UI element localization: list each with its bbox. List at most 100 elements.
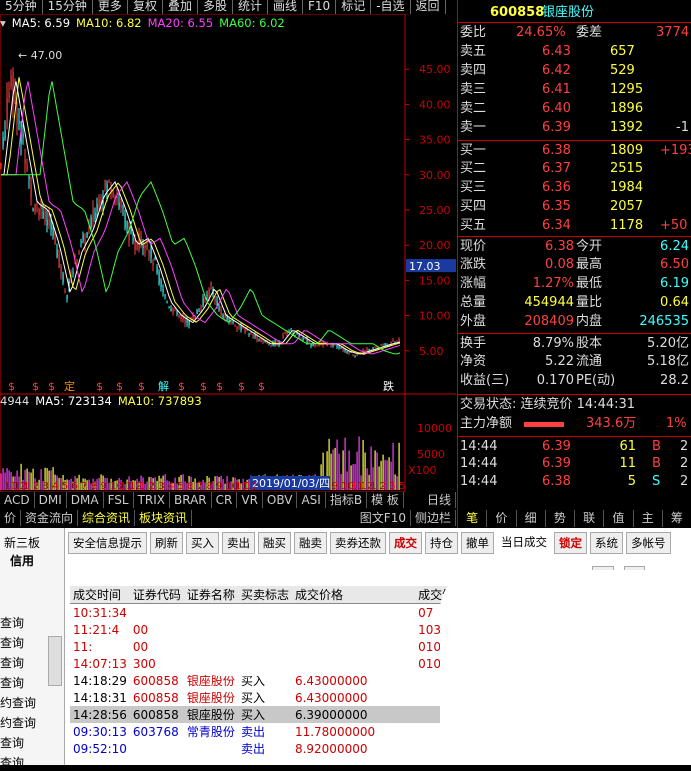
ask-price: 6.42 xyxy=(542,63,571,78)
trade-button[interactable]: 多帐号 xyxy=(626,532,671,554)
toolbar-item[interactable]: 5分钟 xyxy=(0,0,43,14)
table-cell-name: 银座股份 xyxy=(183,706,238,723)
table-row[interactable]: 09:52:10 卖出 8.92000000 xyxy=(70,740,469,757)
table-header[interactable]: 成交时间 xyxy=(70,586,130,604)
info-tab[interactable]: 板块资讯 xyxy=(135,510,193,526)
price-chart[interactable]: 5.00 10.00 15.00 20.00 25.00 30.00 35.00 40.00 4… xyxy=(0,14,456,494)
quote-tab[interactable]: 主 xyxy=(634,510,663,527)
table-row[interactable]: 09:30:13 603768 常青股份 卖出 11.78000000 xyxy=(70,723,469,740)
trade-button[interactable]: 融卖 xyxy=(294,532,327,554)
candle-body xyxy=(304,338,306,340)
event-marker: $ xyxy=(48,380,55,393)
candle-body xyxy=(236,327,238,329)
table-cell-name: 银座股份 xyxy=(186,691,235,705)
info-tab[interactable]: 资金流向 xyxy=(21,510,79,526)
indicator-tab[interactable]: 指标B xyxy=(326,492,368,508)
stat-label: 最低 xyxy=(576,276,603,291)
table-header[interactable]: 证券名称 xyxy=(183,586,238,604)
info-tab[interactable]: 价 xyxy=(0,510,22,526)
table-header[interactable]: 买卖标志 xyxy=(237,586,292,604)
quote-tab[interactable]: 价 xyxy=(487,510,517,527)
candle-body xyxy=(352,354,354,356)
nav-item[interactable]: 查询 xyxy=(0,634,24,651)
nav-scrollbar[interactable] xyxy=(48,636,62,686)
quote-tab[interactable]: 联 xyxy=(575,510,605,527)
chart-menu-icon[interactable]: ▾ xyxy=(0,16,6,30)
table-row[interactable]: 14:18:31 600858 银座股份 买入 6.43000000 xyxy=(70,689,469,706)
toolbar-item[interactable]: 画线 xyxy=(268,0,304,14)
candle-body xyxy=(340,347,342,349)
candle-body xyxy=(206,295,208,297)
toolbar-item[interactable]: 15分钟 xyxy=(43,0,93,14)
trade-button[interactable]: 系统 xyxy=(590,532,623,554)
indicator-tab[interactable]: ASI xyxy=(297,492,326,508)
indicator-tab[interactable]: FSL xyxy=(104,492,134,508)
info-tab[interactable]: 图文F10 xyxy=(356,510,411,526)
stat-row: 涨跌 0.08 最高 6.50 xyxy=(458,255,691,274)
indicator-tab[interactable]: VR xyxy=(237,492,263,508)
indicator-tab[interactable]: DMA xyxy=(67,492,104,508)
candle-body xyxy=(166,302,168,304)
nav-item[interactable]: 查询 xyxy=(0,654,24,671)
trade-button[interactable]: 锁定 xyxy=(554,532,587,554)
quote-tab[interactable]: 势 xyxy=(546,510,575,527)
table-header[interactable]: 证券代码 xyxy=(129,586,184,604)
trade-button[interactable]: 融买 xyxy=(258,532,291,554)
nav-item[interactable]: 约查询 xyxy=(0,714,36,731)
quote-tab[interactable]: 值 xyxy=(604,510,634,527)
indicator-tab[interactable]: DMI xyxy=(35,492,67,508)
toolbar-item[interactable]: 复权 xyxy=(128,0,163,14)
indicator-tab[interactable]: CR xyxy=(212,492,238,508)
toolbar-item[interactable]: 返回 xyxy=(411,0,446,14)
toolbar-item[interactable]: F10 xyxy=(303,0,337,14)
nav-item[interactable]: 查询 xyxy=(0,734,24,751)
bid-price: 6.38 xyxy=(542,143,571,158)
candle-body xyxy=(146,243,148,250)
info-tab[interactable]: 侧边栏 xyxy=(411,510,456,526)
table-header[interactable]: 成交价格 xyxy=(291,586,379,604)
trade-button[interactable]: 当日成交 xyxy=(497,532,551,554)
info-tab[interactable]: 综合资讯 xyxy=(78,510,136,526)
table-cell-price: 8.92000000 xyxy=(294,741,368,756)
bid-level: 买二 6.37 2515 xyxy=(458,159,691,178)
trade-button[interactable]: 持仓 xyxy=(425,532,458,554)
bid-level: 买四 6.35 2057 xyxy=(458,197,691,216)
stat-row: 现价 6.38 今开 6.24 xyxy=(458,236,691,256)
quote-tab[interactable]: 筹 xyxy=(663,510,691,527)
indicator-tab[interactable]: OBV xyxy=(263,492,298,508)
trade-button[interactable]: 刷新 xyxy=(150,532,183,554)
nav-title-2[interactable]: 信用 xyxy=(10,552,34,569)
trade-button[interactable]: 成交 xyxy=(389,532,422,554)
table-cell-time: 14:18:29 xyxy=(73,673,127,688)
stat2-label: 股本 xyxy=(576,336,603,351)
trade-button[interactable]: 卖券还款 xyxy=(330,532,386,554)
candle-body xyxy=(170,308,172,311)
quote-bottom-tabs: 笔价细势联值主筹 xyxy=(458,510,691,527)
indicator-tab[interactable]: 模 板 xyxy=(367,492,404,508)
indicator-tab[interactable]: 日线 xyxy=(423,492,456,508)
toolbar-item[interactable]: 标记 xyxy=(336,0,372,14)
indicator-tab[interactable]: TRIX xyxy=(134,492,171,508)
toolbar-item[interactable]: 叠加 xyxy=(163,0,198,14)
trade-button[interactable]: 卖出 xyxy=(222,532,255,554)
indicator-tab[interactable]: BRAR xyxy=(170,492,212,508)
nav-item[interactable]: 查询 xyxy=(0,614,24,631)
quote-tab[interactable]: 笔 xyxy=(458,510,488,527)
indicator-tab[interactable]: ACD xyxy=(0,492,35,508)
toolbar-item[interactable]: 多股 xyxy=(198,0,233,14)
table-cell-code xyxy=(130,740,184,757)
toolbar-item[interactable]: 统计 xyxy=(233,0,268,14)
nav-item[interactable]: 查询 xyxy=(0,754,24,771)
trade-button[interactable]: 撤单 xyxy=(461,532,494,554)
table-row[interactable]: 14:28:56 600858 银座股份 买入 6.39000000 xyxy=(70,706,470,723)
nav-item[interactable]: 约查询 xyxy=(0,694,36,711)
quote-tab[interactable]: 细 xyxy=(517,510,546,527)
toolbar-item[interactable]: 更多 xyxy=(93,0,128,14)
nav-title-1[interactable]: 新三板 xyxy=(4,534,40,551)
x-tick-label: 1 xyxy=(370,481,376,492)
trade-button[interactable]: 买入 xyxy=(186,532,219,554)
candle-body xyxy=(90,216,92,228)
toolbar-item[interactable]: -自选 xyxy=(371,0,411,14)
nav-item[interactable]: 查询 xyxy=(0,674,24,691)
trade-button[interactable]: 安全信息提示 xyxy=(68,532,147,554)
